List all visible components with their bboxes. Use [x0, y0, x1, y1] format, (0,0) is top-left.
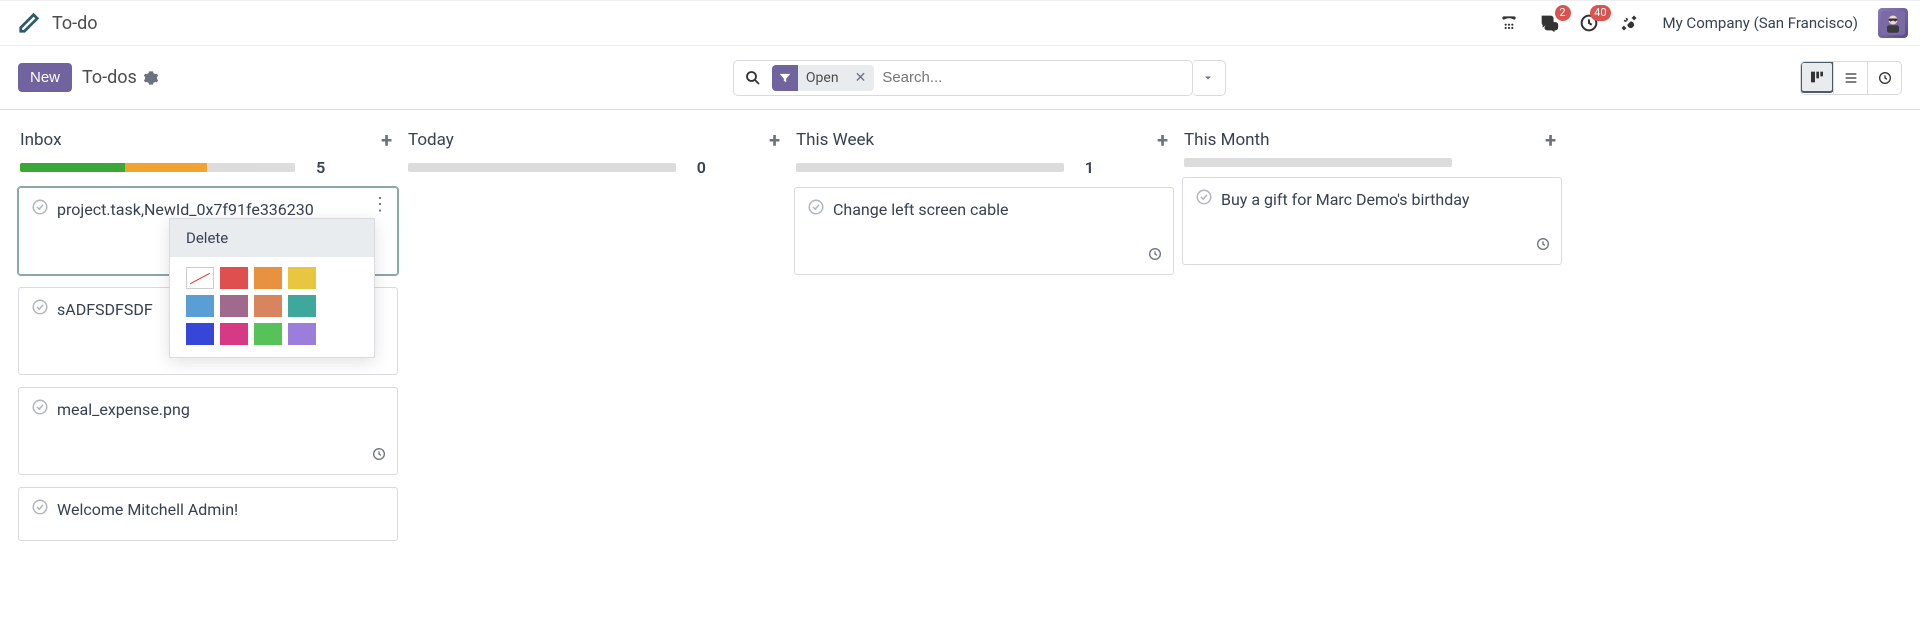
check-circle-icon[interactable]	[1195, 188, 1213, 210]
activities-badge: 40	[1590, 5, 1610, 21]
column-add-icon[interactable]: +	[1545, 128, 1556, 152]
card-menu-icon[interactable]: ⋮	[371, 196, 389, 214]
color-picker	[170, 257, 374, 345]
app-icon[interactable]	[18, 12, 40, 34]
color-swatch[interactable]	[186, 295, 214, 317]
search-box[interactable]: Open ✕	[733, 60, 1193, 96]
gear-icon[interactable]	[143, 70, 159, 86]
card-title: project.task,NewId_0x7f91fe336230	[57, 200, 314, 219]
card-title: Welcome Mitchell Admin!	[57, 500, 238, 519]
new-button[interactable]: New	[18, 63, 72, 92]
kanban-column: Today +0	[406, 124, 786, 187]
check-circle-icon[interactable]	[31, 398, 49, 420]
card-title: Buy a gift for Marc Demo's birthday	[1221, 190, 1469, 209]
color-swatch[interactable]	[186, 323, 214, 345]
messaging-icon[interactable]: 2	[1535, 9, 1563, 37]
kanban-view-button[interactable]	[1800, 61, 1834, 93]
activity-view-button[interactable]	[1867, 62, 1901, 94]
clock-icon[interactable]	[371, 446, 387, 466]
kanban-column: This Month + Buy a gift for Marc Demo's bi…	[1182, 124, 1562, 277]
color-swatch[interactable]	[254, 323, 282, 345]
search-facet: Open ✕	[772, 65, 874, 91]
card-title: meal_expense.png	[57, 400, 190, 419]
kanban-card[interactable]: Welcome Mitchell Admin!	[18, 487, 398, 541]
column-title[interactable]: Today	[408, 130, 761, 150]
app-title: To-do	[52, 13, 98, 34]
messaging-badge: 2	[1555, 5, 1571, 21]
clock-icon[interactable]	[1147, 246, 1163, 266]
column-add-icon[interactable]: +	[1157, 128, 1168, 152]
column-progress	[796, 163, 1064, 172]
column-add-icon[interactable]: +	[769, 128, 780, 152]
column-count: 1	[1074, 158, 1094, 177]
column-count: 5	[305, 158, 325, 177]
color-swatch[interactable]	[186, 267, 214, 289]
check-circle-icon[interactable]	[807, 198, 825, 220]
column-progress	[1184, 158, 1452, 167]
kanban-board: Inbox +5 project.task,NewId_0x7f91fe336230…	[0, 110, 1920, 553]
column-add-icon[interactable]: +	[381, 128, 392, 152]
control-panel: New To-dos Open ✕	[0, 46, 1920, 110]
column-title[interactable]: This Week	[796, 130, 1149, 150]
facet-label: Open	[798, 70, 847, 86]
column-progress	[408, 163, 676, 172]
kanban-column: Inbox +5 project.task,NewId_0x7f91fe336230…	[18, 124, 398, 553]
search-input[interactable]	[880, 61, 1192, 95]
list-view-button[interactable]	[1833, 62, 1867, 94]
color-swatch[interactable]	[288, 267, 316, 289]
breadcrumb: To-dos	[82, 67, 159, 88]
check-circle-icon[interactable]	[31, 198, 49, 220]
voip-icon[interactable]	[1495, 9, 1523, 37]
filter-icon	[772, 65, 798, 91]
color-swatch[interactable]	[220, 267, 248, 289]
color-swatch[interactable]	[220, 295, 248, 317]
card-dropdown: Delete	[169, 218, 375, 358]
column-count: 0	[686, 158, 706, 177]
debug-icon[interactable]	[1615, 9, 1643, 37]
color-swatch[interactable]	[220, 323, 248, 345]
column-progress	[20, 163, 295, 172]
column-title[interactable]: This Month	[1184, 130, 1537, 150]
clock-icon[interactable]	[1535, 236, 1551, 256]
check-circle-icon[interactable]	[31, 298, 49, 320]
color-swatch[interactable]	[288, 323, 316, 345]
card-title: sADFSDFSDF	[57, 300, 153, 319]
dropdown-delete[interactable]: Delete	[170, 219, 374, 257]
kanban-card[interactable]: meal_expense.png	[18, 387, 398, 475]
search-options-toggle[interactable]	[1192, 60, 1226, 96]
company-switcher[interactable]: My Company (San Francisco)	[1663, 14, 1858, 32]
activities-icon[interactable]: 40	[1575, 9, 1603, 37]
column-title[interactable]: Inbox	[20, 130, 373, 150]
kanban-card[interactable]: project.task,NewId_0x7f91fe336230 ⋮ Delete	[18, 187, 398, 275]
search-icon[interactable]	[734, 69, 772, 87]
user-avatar[interactable]	[1878, 8, 1908, 38]
kanban-column: This Week +1 Change left screen cable	[794, 124, 1174, 287]
check-circle-icon[interactable]	[31, 498, 49, 520]
color-swatch[interactable]	[288, 295, 316, 317]
breadcrumb-item: To-dos	[82, 67, 137, 88]
kanban-card[interactable]: Buy a gift for Marc Demo's birthday	[1182, 177, 1562, 265]
facet-remove-icon[interactable]: ✕	[847, 70, 875, 86]
color-swatch[interactable]	[254, 295, 282, 317]
kanban-card[interactable]: Change left screen cable	[794, 187, 1174, 275]
card-title: Change left screen cable	[833, 200, 1008, 219]
view-switcher	[1800, 61, 1902, 95]
color-swatch[interactable]	[254, 267, 282, 289]
navbar: To-do 2 40 My Company (San Francisco)	[0, 0, 1920, 46]
